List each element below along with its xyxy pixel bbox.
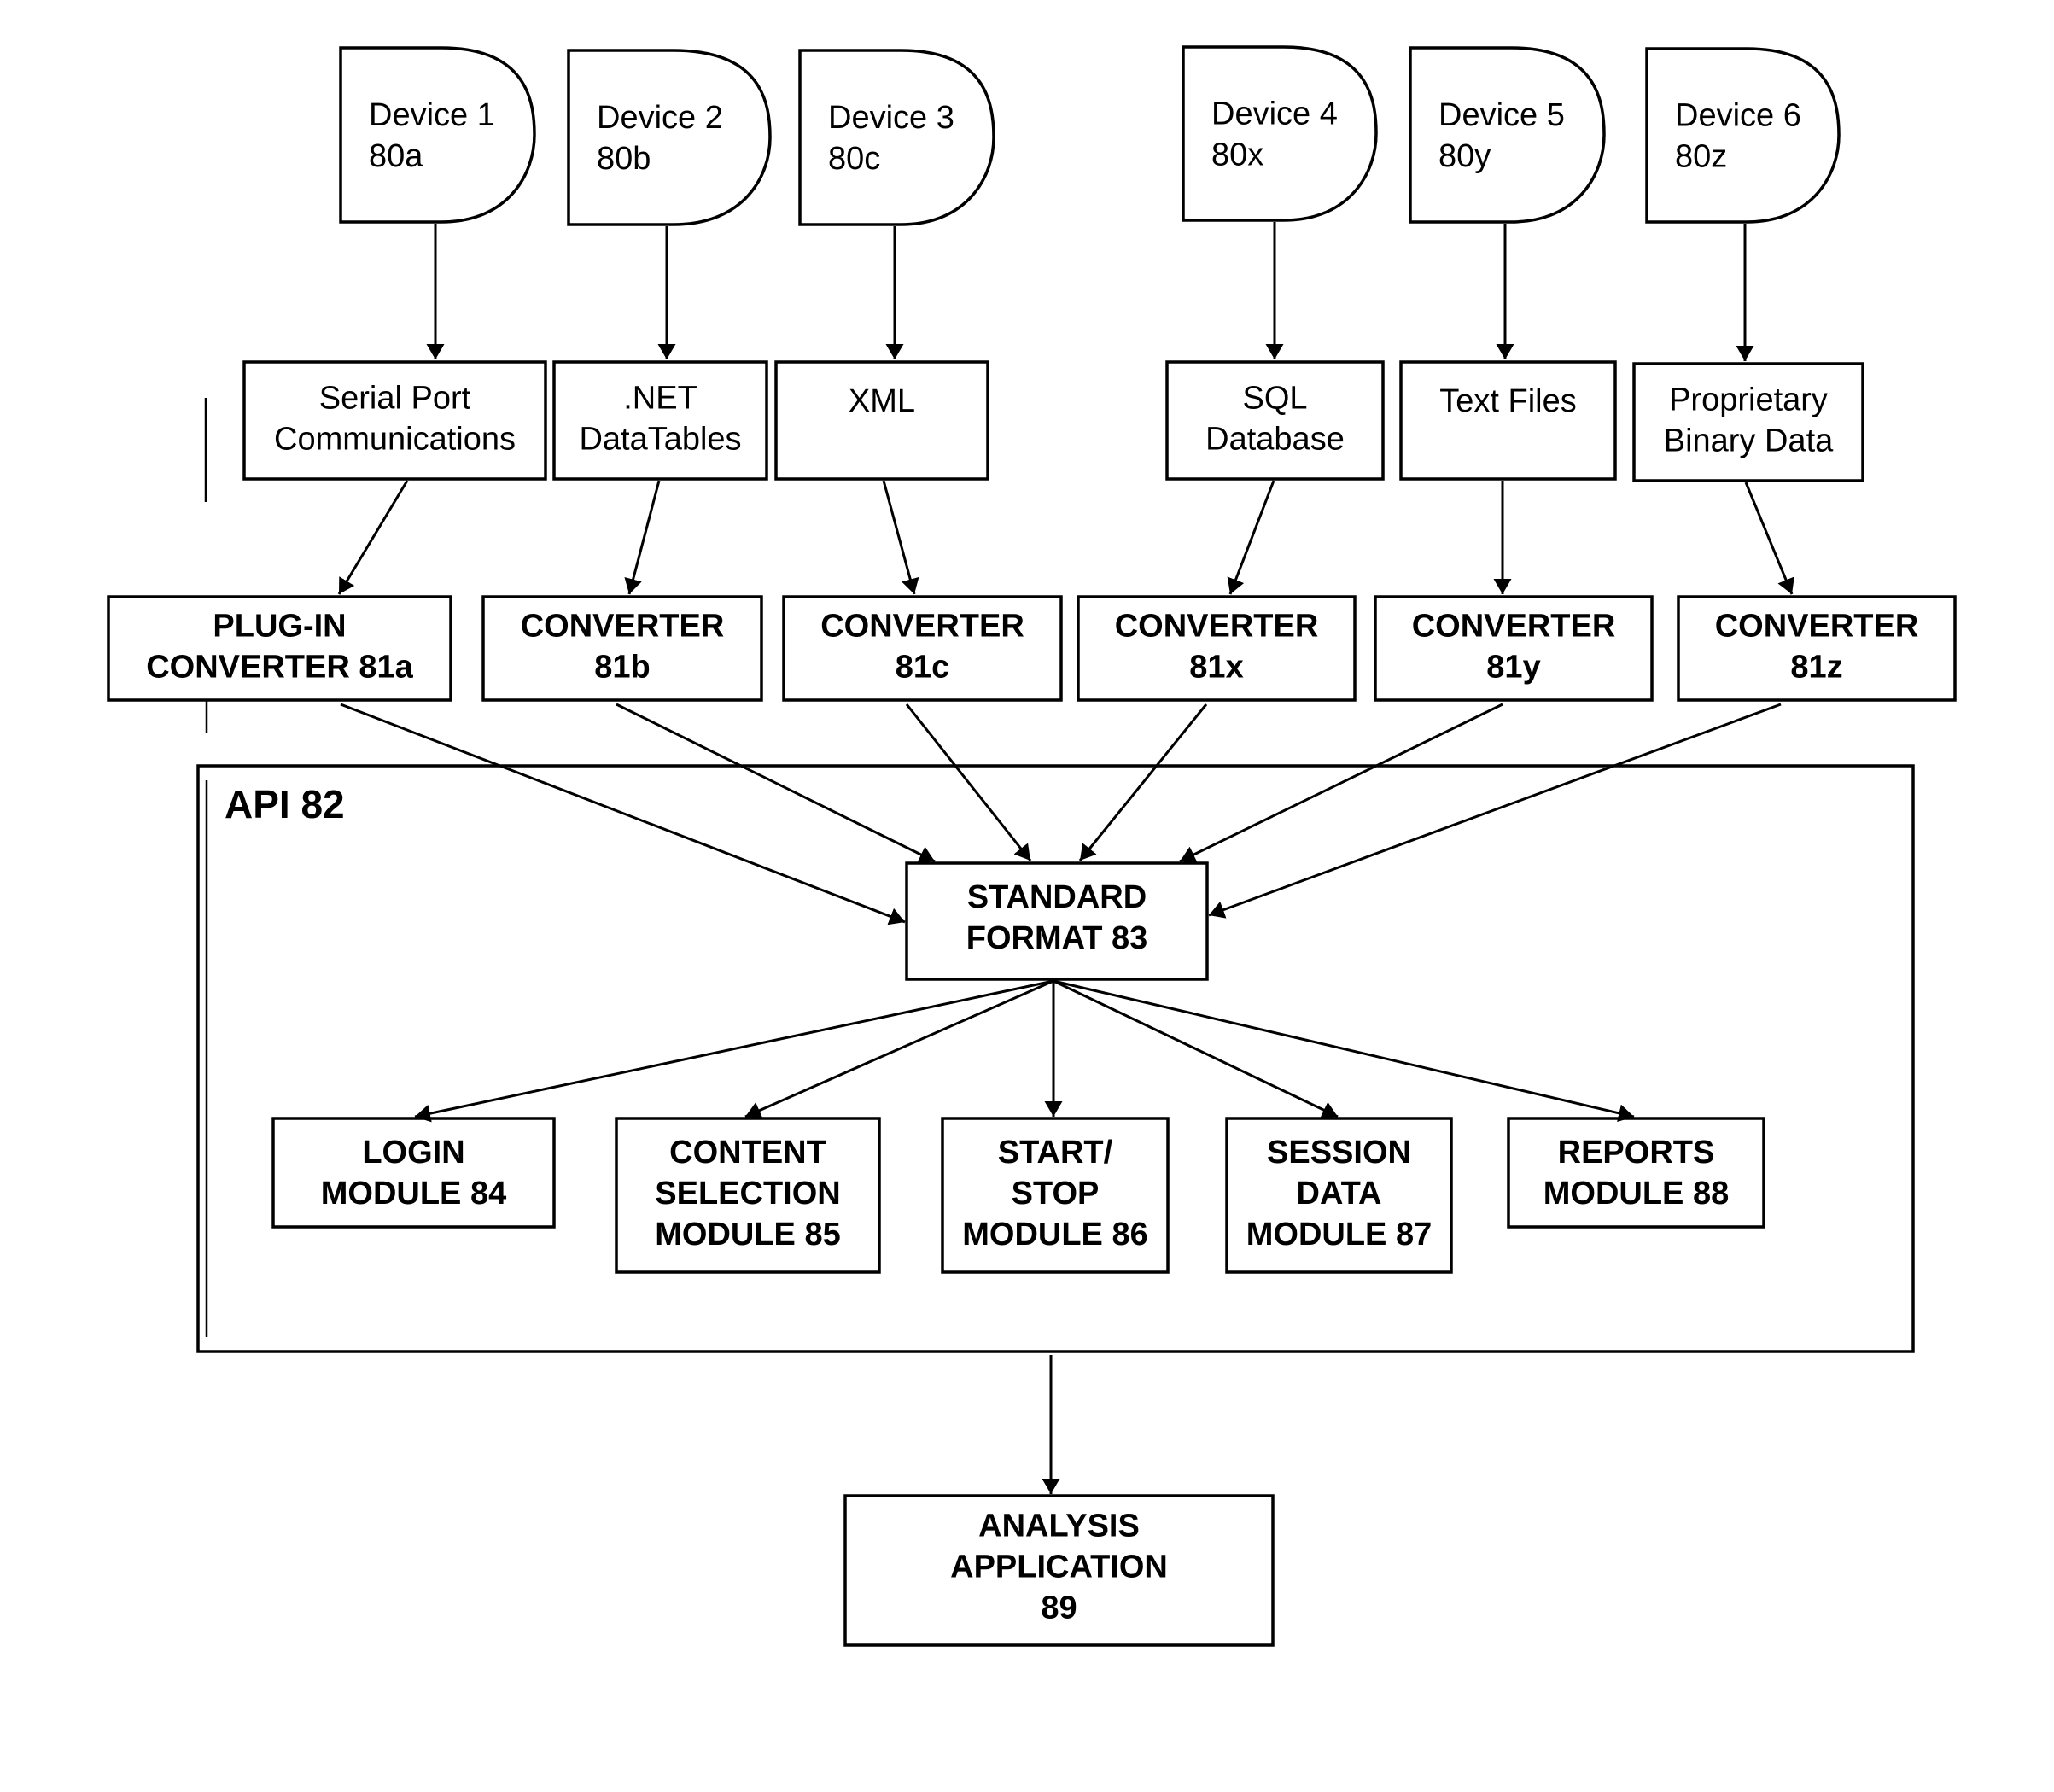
node-label-line: 80a xyxy=(369,138,423,174)
api-label: API 82 xyxy=(225,782,345,826)
device-shape xyxy=(1645,47,1841,224)
session-data-module: SESSION DATA MODULE 87 xyxy=(1225,1117,1453,1274)
device-3: Device 3 80c xyxy=(798,49,995,226)
node-label-line: Device 3 xyxy=(828,100,954,136)
node-label-line: 80b xyxy=(597,141,651,177)
source-box xyxy=(1399,360,1617,481)
node-label-line: MODULE 88 xyxy=(1543,1176,1729,1211)
flow-arrow xyxy=(1227,480,1275,595)
system-architecture-diagram: API 82 Device 1 80a Device 2 80b Device 3 80c… xyxy=(107,45,1957,1647)
device-6: Device 6 80z xyxy=(1645,47,1841,224)
node-label-line: 80x xyxy=(1211,137,1263,173)
standard-format: STANDARD FORMAT 83 xyxy=(905,861,1209,981)
converter-81c: CONVERTER 81c xyxy=(782,595,1063,702)
node-label-line: CONVERTER xyxy=(1715,609,1919,645)
node-label-line: CONVERTER xyxy=(820,609,1024,645)
device-5: Device 5 80y xyxy=(1409,46,1606,224)
device-shape xyxy=(567,49,772,226)
text-files: Text Files xyxy=(1399,360,1617,481)
login-module: LOGIN MODULE 84 xyxy=(271,1117,556,1229)
node-label-line: Device 1 xyxy=(369,97,495,133)
node-label-line: PLUG-IN xyxy=(213,609,346,645)
node-label-line: .NET xyxy=(623,381,697,417)
node-label-line: CONVERTER xyxy=(1412,609,1616,645)
node-label-line: STOP xyxy=(1012,1176,1100,1211)
reports-module: REPORTS MODULE 88 xyxy=(1507,1117,1765,1229)
node-label-line: XML xyxy=(849,383,915,419)
node-label-line: CONTENT xyxy=(669,1135,826,1170)
flow-arrow xyxy=(624,480,661,595)
node-label-line: LOGIN xyxy=(362,1135,464,1170)
converter-81x: CONVERTER 81x xyxy=(1077,595,1357,702)
device-shape xyxy=(1182,45,1378,222)
node-label-line: 81y xyxy=(1486,650,1540,686)
node-label-line: Binary Data xyxy=(1664,423,1834,459)
node-label-line: MODULE 87 xyxy=(1246,1217,1432,1252)
source-box xyxy=(774,360,989,481)
flow-arrow xyxy=(337,480,409,595)
node-label-line: ANALYSIS xyxy=(978,1509,1140,1544)
node-label-line: Proprietary xyxy=(1669,382,1828,418)
content-selection-module: CONTENT SELECTION MODULE 85 xyxy=(615,1117,881,1274)
xml: XML xyxy=(774,360,989,481)
node-label-line: SESSION xyxy=(1267,1135,1411,1170)
node-label-line: Serial Port xyxy=(319,381,471,417)
device-shape xyxy=(798,49,995,226)
node-label-line: DataTables xyxy=(579,422,741,458)
flow-arrow xyxy=(1744,482,1794,595)
node-label-line: STANDARD xyxy=(967,879,1147,915)
node-label-line: CONVERTER xyxy=(1115,609,1319,645)
node-label-line: Text Files xyxy=(1439,383,1576,419)
device-shape xyxy=(1409,46,1606,224)
node-label-line: Communications xyxy=(274,422,516,458)
node-label-line: 89 xyxy=(1041,1591,1077,1626)
analysis-application: ANALYSIS APPLICATION 89 xyxy=(843,1494,1275,1647)
node-label-line: Database xyxy=(1205,422,1345,458)
node-label-line: REPORTS xyxy=(1558,1135,1715,1170)
node-label-line: 81x xyxy=(1189,650,1243,686)
converter-81a: PLUG-IN CONVERTER 81a xyxy=(107,595,452,702)
node-label-line: CONVERTER xyxy=(521,609,725,645)
device-4: Device 4 80x xyxy=(1182,45,1378,222)
node-label-line: 80z xyxy=(1675,139,1727,175)
sql-database: SQL Database xyxy=(1165,360,1385,481)
dotnet-datatables: .NET DataTables xyxy=(552,360,768,481)
node-label-line: Device 4 xyxy=(1211,96,1338,132)
flow-arrow xyxy=(882,480,919,595)
node-label-line: 80c xyxy=(828,141,880,177)
node-label-line: 80y xyxy=(1438,138,1491,174)
node-label-line: Device 5 xyxy=(1438,97,1565,133)
device-shape xyxy=(339,46,536,224)
proprietary-binary: Proprietary Binary Data xyxy=(1632,362,1864,482)
node-label-line: MODULE 86 xyxy=(962,1217,1147,1252)
node-label-line: SQL xyxy=(1242,381,1307,417)
converter-81y: CONVERTER 81y xyxy=(1374,595,1654,702)
node-label-line: APPLICATION xyxy=(950,1550,1168,1585)
node-label-line: CONVERTER 81a xyxy=(146,650,413,686)
node-label-line: Device 6 xyxy=(1675,98,1801,134)
device-2: Device 2 80b xyxy=(567,49,772,226)
node-label-line: MODULE 84 xyxy=(321,1176,506,1211)
node-label-line: 81c xyxy=(896,650,949,686)
converter-81b: CONVERTER 81b xyxy=(481,595,763,702)
node-label-line: FORMAT 83 xyxy=(966,920,1148,956)
device-1: Device 1 80a xyxy=(339,46,536,224)
node-label-line: 81z xyxy=(1790,650,1842,686)
converter-81z: CONVERTER 81z xyxy=(1677,595,1957,702)
start-stop-module: START/STOP MODULE 86 xyxy=(941,1117,1170,1274)
node-label-line: START/ xyxy=(998,1135,1113,1170)
node-label-line: SELECTION xyxy=(655,1176,840,1211)
node-label-line: 81b xyxy=(594,650,650,686)
node-label-line: MODULE 85 xyxy=(655,1217,840,1252)
node-label-line: Device 2 xyxy=(597,100,723,136)
node-label-line: DATA xyxy=(1297,1176,1382,1211)
serial-port: Serial Port Communications xyxy=(242,360,547,481)
